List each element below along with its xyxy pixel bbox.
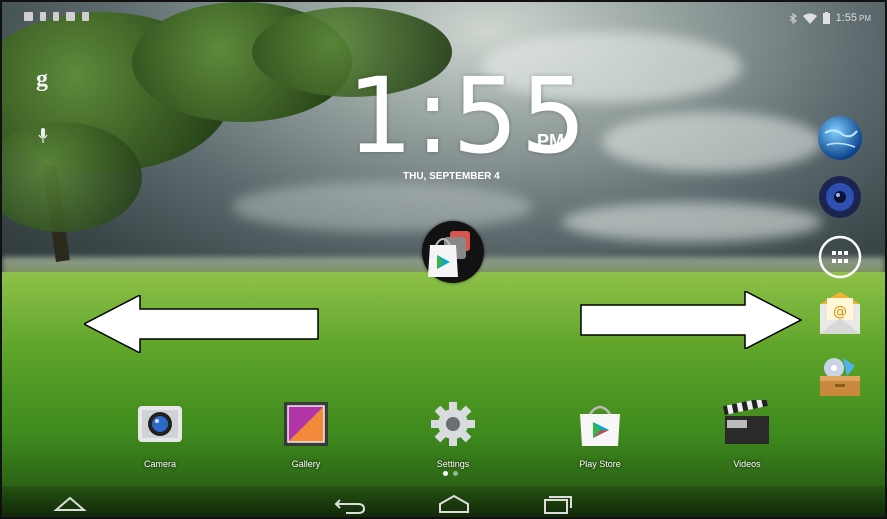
settings-gear-icon: [431, 402, 475, 446]
wifi-icon: [802, 13, 817, 24]
clock-date: THU, SEPTEMBER 4: [403, 171, 500, 182]
page-indicator: [443, 471, 458, 476]
clapperboard-icon: [722, 397, 769, 444]
mic-icon[interactable]: [38, 128, 48, 144]
clock-ampm: PM: [537, 131, 564, 151]
status-bar[interactable]: 1:55 PM: [2, 2, 885, 30]
svg-text:@: @: [833, 304, 847, 320]
cloud: [602, 112, 822, 172]
bluetooth-icon: [789, 12, 797, 24]
cloud: [562, 202, 822, 242]
page-dot: [453, 471, 458, 476]
barcode-icon: [82, 12, 89, 21]
mail-icon: [24, 12, 33, 21]
music-speaker-icon[interactable]: [817, 174, 863, 220]
gallery-icon: [284, 402, 328, 446]
right-arrow: [580, 291, 803, 349]
app-videos[interactable]: Videos: [707, 397, 787, 469]
app-gallery[interactable]: Gallery: [266, 400, 346, 469]
home-icon[interactable]: [436, 494, 472, 514]
play-store-folder-icon[interactable]: [422, 221, 484, 283]
app-label: Videos: [733, 459, 761, 469]
left-arrow: [84, 295, 319, 353]
page-dot-active: [443, 471, 448, 476]
notification-icons: [24, 12, 89, 21]
system-icons: 1:55 PM: [789, 12, 871, 24]
battery-icon: [822, 12, 830, 24]
file-manager-icon[interactable]: [817, 354, 863, 400]
all-apps-icon[interactable]: [817, 234, 863, 280]
camera-icon: [138, 406, 182, 442]
app-label: Settings: [436, 459, 470, 469]
home-screen: 1:55 PM g 1:55 PM THU, SEPTEMBER 4 @ Cam…: [0, 0, 887, 519]
cloud: [232, 182, 532, 232]
status-time: 1:55: [835, 12, 857, 24]
navigation-bar: [2, 486, 885, 517]
image-icon: [66, 12, 75, 21]
clock-time[interactable]: 1:55: [347, 64, 589, 168]
app-camera[interactable]: Camera: [120, 400, 200, 469]
app-play-store[interactable]: Play Store: [560, 400, 640, 469]
app-label: Camera: [143, 459, 176, 469]
up-icon[interactable]: [52, 494, 88, 514]
play-store-icon: [580, 405, 620, 446]
back-icon[interactable]: [332, 494, 368, 514]
browser-globe-icon[interactable]: [817, 115, 863, 161]
recents-icon[interactable]: [539, 494, 575, 514]
usb-icon: [40, 12, 46, 21]
app-label: Play Store: [579, 459, 621, 469]
google-search-icon[interactable]: g: [36, 66, 48, 93]
download-icon: [53, 12, 59, 21]
app-label: Gallery: [291, 459, 321, 469]
app-settings[interactable]: Settings: [413, 400, 493, 469]
email-icon[interactable]: @: [817, 292, 863, 338]
status-ampm: PM: [859, 13, 871, 23]
